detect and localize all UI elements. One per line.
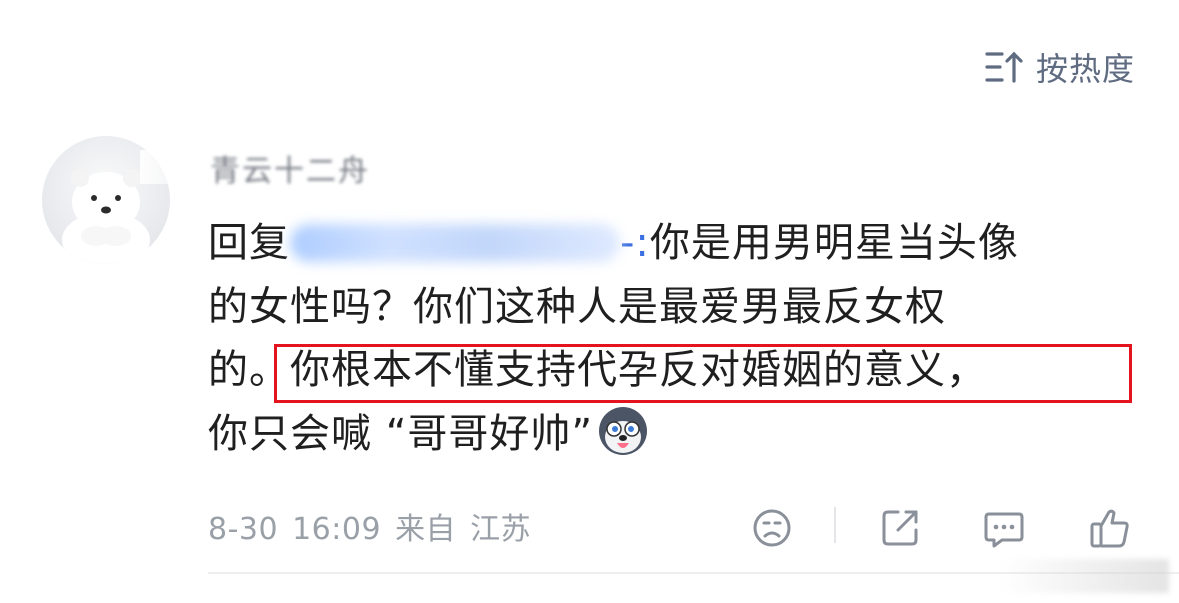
- share-button[interactable]: [876, 504, 924, 552]
- comment-line-1: 回复 -:你是用男明星当头像: [208, 212, 1148, 276]
- comment-line-4-text: 你只会喊 “哥哥好帅”: [208, 410, 594, 457]
- like-button[interactable]: [1086, 504, 1134, 552]
- username[interactable]: 青云十二舟: [210, 146, 370, 190]
- watermark-blur: [999, 559, 1169, 593]
- comment-line-2: 的女性吗？你们这种人是最爱男最反女权: [208, 283, 946, 330]
- comment-line-3: 的。你根本不懂支持代孕反对婚姻的意义，: [208, 339, 1148, 403]
- share-icon: [882, 510, 918, 546]
- comment-highlight-text: 你根本不懂支持代孕反对婚姻的意义，: [290, 347, 987, 393]
- reply-icon: [984, 512, 1024, 548]
- dislike-button[interactable]: [748, 504, 796, 552]
- like-icon: [1090, 509, 1129, 548]
- dislike-icon: [753, 509, 791, 547]
- sort-label: 按热度: [1035, 50, 1135, 88]
- sort-icon: [985, 51, 1023, 83]
- comment-line-1-rest: 你是用男明星当头像: [649, 220, 1019, 266]
- action-divider: [834, 507, 836, 543]
- husky-emoji-icon: [599, 406, 648, 455]
- action-bar: [0, 500, 1179, 550]
- mention-tail: -:: [620, 220, 650, 266]
- reply-button[interactable]: [980, 504, 1028, 552]
- reply-prefix: 回复: [208, 220, 290, 266]
- sort-by-hot-button[interactable]: 按热度: [984, 44, 1135, 90]
- comment-text: 回复 -:你是用男明星当头像 的女性吗？你们这种人是最爱男最反女权 的。你根本不懂…: [208, 212, 1148, 466]
- mention-link-blurred[interactable]: [290, 224, 620, 262]
- comment-line-3-start: 的。: [208, 347, 290, 393]
- comment-line-4: 你只会喊 “哥哥好帅”: [208, 403, 1148, 467]
